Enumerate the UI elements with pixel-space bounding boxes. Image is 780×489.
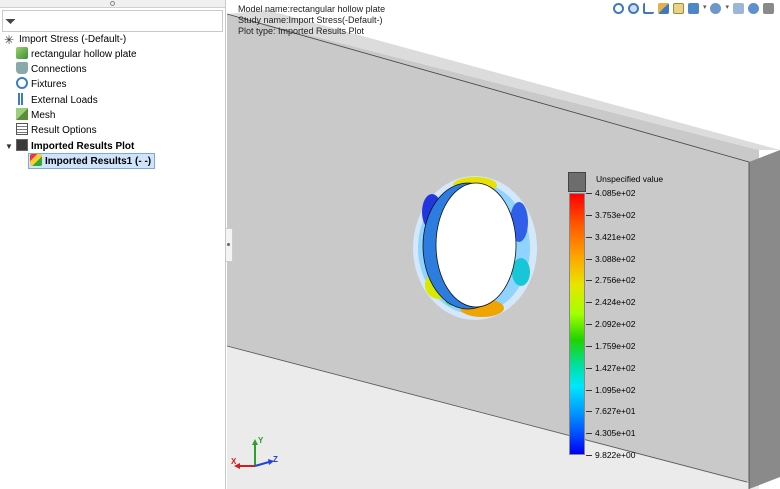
legend-tick — [586, 389, 592, 391]
fixtures-icon — [16, 77, 28, 89]
heads-up-view-toolbar: ▾ ▾ — [612, 0, 774, 16]
tree-item-label: rectangular hollow plate — [31, 49, 137, 60]
reference-triad: Y X Z — [231, 436, 281, 476]
tree-root-label: Import Stress (-Default-) — [19, 34, 127, 45]
legend-value-label: 1.759e+02 — [595, 340, 636, 351]
study-icon: ✳ — [4, 33, 15, 47]
tree-item-label: Result Options — [31, 125, 97, 136]
plot-type-label: Plot type: Imported Results Plot — [238, 26, 365, 36]
tree-item-label: Imported Results1 (- -) — [45, 156, 152, 167]
tree-item-mesh[interactable]: Mesh — [16, 108, 55, 123]
axis-z-label: Z — [273, 455, 278, 464]
tree-item-part[interactable]: rectangular hollow plate — [16, 47, 137, 62]
panel-collapse-tab[interactable] — [226, 228, 233, 262]
tree-root-study[interactable]: ✳ Import Stress (-Default-) — [4, 32, 126, 47]
legend-value-label: 4.305e+01 — [595, 428, 636, 439]
stress-legend: Unspecified value 4.085e+02 3.753e+02 3.42… — [568, 172, 768, 462]
connections-icon — [16, 62, 28, 74]
legend-value-label: 7.627e+01 — [595, 406, 636, 417]
chevron-down-icon[interactable]: ▾ — [703, 4, 707, 12]
legend-tick — [586, 214, 592, 216]
model-name-label: Model name:rectangular hollow plate — [238, 4, 386, 14]
tree-item-result-options[interactable]: Result Options — [16, 123, 97, 138]
legend-value-label: 2.092e+02 — [595, 319, 636, 329]
legend-tick — [586, 193, 592, 194]
legend-tick — [586, 455, 592, 456]
results-folder-icon — [16, 139, 28, 151]
part-icon — [16, 47, 28, 59]
mesh-icon — [16, 108, 28, 120]
collapse-dot-icon — [227, 243, 230, 246]
legend-value-label: 1.095e+02 — [595, 384, 636, 395]
tree-filter-box[interactable]: ⏷ — [2, 10, 223, 32]
panel-grip[interactable] — [0, 0, 225, 8]
hide-show-items-icon[interactable] — [733, 2, 744, 14]
legend-value-label: 4.085e+02 — [595, 188, 636, 198]
axis-x-label: X — [231, 457, 237, 466]
legend-tick — [586, 236, 592, 238]
hole-opening — [435, 182, 517, 308]
zoom-to-area-icon[interactable] — [627, 2, 639, 14]
legend-value-label: 3.088e+02 — [595, 253, 636, 264]
external-loads-icon — [16, 93, 28, 105]
section-view-icon[interactable] — [657, 2, 669, 14]
legend-tick — [586, 258, 592, 260]
view-orientation-icon[interactable] — [687, 2, 699, 14]
view-settings-icon[interactable] — [763, 2, 774, 14]
tree-item-label: Connections — [31, 64, 87, 75]
result-options-icon — [16, 123, 28, 135]
grip-handle-icon[interactable] — [110, 1, 115, 6]
tree-item-external-loads[interactable]: External Loads — [16, 93, 98, 108]
legend-value-label: 2.756e+02 — [595, 275, 636, 286]
dynamic-annotation-icon[interactable] — [672, 2, 684, 14]
axis-y-label: Y — [258, 436, 264, 445]
unspecified-color-swatch — [568, 172, 586, 192]
tree-item-label: Imported Results Plot — [31, 141, 135, 152]
study-name-label: Study name:Import Stress(-Default-) — [238, 15, 383, 25]
legend-tick — [586, 411, 592, 413]
legend-tick — [586, 433, 592, 435]
legend-tick — [586, 324, 592, 325]
legend-tick — [586, 345, 592, 347]
display-style-icon[interactable] — [710, 2, 722, 14]
collapse-arrow-icon[interactable]: ▼ — [5, 142, 13, 151]
tree-item-label: Mesh — [31, 110, 56, 121]
legend-value-label: 9.822e+00 — [595, 450, 636, 460]
tree-item-imported-results-plot[interactable]: Imported Results Plot — [16, 139, 134, 154]
legend-value-label: 3.753e+02 — [595, 209, 636, 220]
tree-item-label: External Loads — [31, 95, 98, 106]
legend-value-label: 3.421e+02 — [595, 231, 636, 242]
tree-item-imported-results1[interactable]: Imported Results1 (- -) — [28, 153, 156, 169]
zoom-to-fit-icon[interactable] — [612, 2, 624, 14]
tree-item-fixtures[interactable]: Fixtures — [16, 77, 67, 92]
legend-tick — [586, 302, 592, 304]
filter-icon[interactable]: ⏷ — [5, 13, 16, 29]
legend-value-label: 1.427e+02 — [595, 362, 636, 373]
graphics-viewport[interactable]: Model name:rectangular hollow plate Stud… — [227, 0, 780, 489]
unspecified-value-label: Unspecified value — [596, 174, 664, 184]
apply-scene-icon[interactable] — [748, 2, 759, 14]
feature-tree-panel: ⏷ ✳ Import Stress (-Default-) rectangular… — [0, 0, 226, 489]
tree-item-label: Fixtures — [31, 79, 67, 90]
legend-tick — [586, 367, 592, 369]
color-scale-bar — [569, 193, 585, 455]
tree-item-connections[interactable]: Connections — [16, 62, 87, 77]
chevron-down-icon[interactable]: ▾ — [725, 4, 729, 12]
results-plot-icon — [30, 154, 42, 166]
legend-tick — [586, 280, 592, 282]
previous-view-icon[interactable] — [642, 2, 654, 14]
legend-value-label: 2.424e+02 — [595, 297, 636, 308]
